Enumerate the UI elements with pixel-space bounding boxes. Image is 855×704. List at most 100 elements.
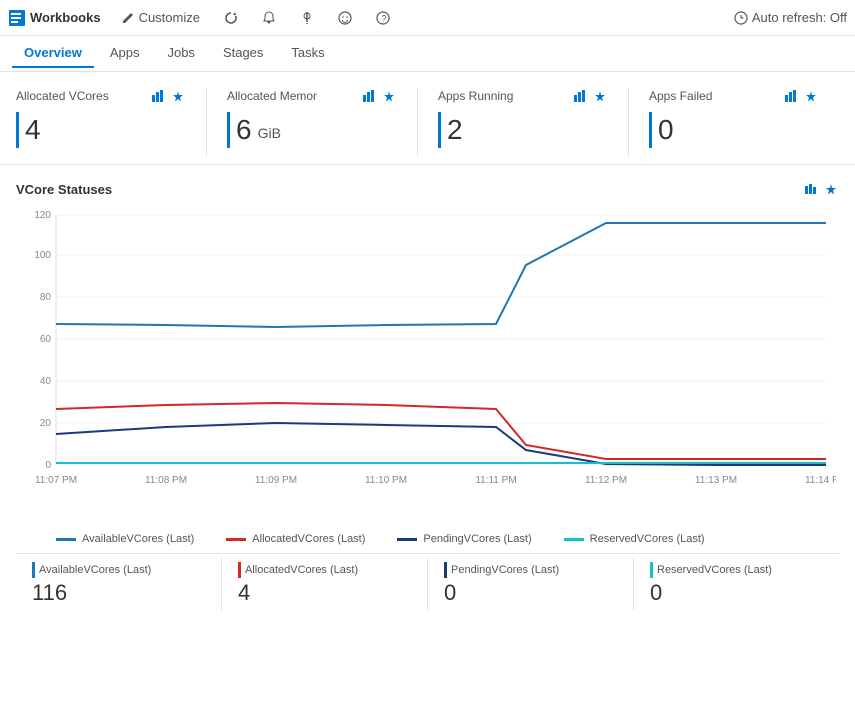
- metric-apps-failed: Apps Failed 0: [629, 88, 839, 156]
- help-icon: ?: [376, 11, 390, 25]
- svg-text:11:10 PM: 11:10 PM: [365, 475, 407, 486]
- legend-label-reserved: ReservedVCores (Last): [590, 533, 705, 545]
- metric-pin-icon-vcores[interactable]: [170, 88, 186, 104]
- workbooks-label: Workbooks: [30, 10, 101, 25]
- metric-allocated-vcores: Allocated VCores 4: [16, 88, 207, 156]
- workbooks-logo[interactable]: Workbooks: [8, 9, 101, 27]
- legend-value-allocated: AllocatedVCores (Last) 4: [222, 558, 428, 610]
- legend-allocated: AllocatedVCores (Last): [226, 533, 365, 545]
- svg-text:11:08 PM: 11:08 PM: [145, 475, 187, 486]
- svg-text:11:11 PM: 11:11 PM: [475, 475, 516, 486]
- metric-unit-memory: GiB: [258, 125, 281, 141]
- metric-bar-memory: [227, 112, 230, 148]
- metric-label-vcores: Allocated VCores: [16, 89, 109, 103]
- legend-value-available: AvailableVCores (Last) 116: [16, 558, 222, 610]
- metric-pin-icon-apps-failed[interactable]: [803, 88, 819, 104]
- chart-header: VCore Statuses: [16, 181, 839, 197]
- metric-number-memory: 6: [236, 114, 252, 146]
- metric-chart-icon-memory[interactable]: [361, 88, 377, 104]
- tab-bar: Overview Apps Jobs Stages Tasks: [0, 36, 855, 72]
- legend-value-label-allocated: AllocatedVCores (Last): [238, 562, 411, 578]
- legend-value-number-available: 116: [32, 580, 205, 606]
- metrics-row: Allocated VCores 4 Allocated Memor: [0, 72, 855, 165]
- legend-label-allocated: AllocatedVCores (Last): [252, 533, 365, 545]
- refresh-icon: [224, 11, 238, 25]
- refresh-icon-btn[interactable]: [220, 9, 242, 27]
- metric-value-apps-running: 2: [438, 112, 608, 148]
- metric-value-apps-failed: 0: [649, 112, 819, 148]
- metric-chart-icon-apps-failed[interactable]: [783, 88, 799, 104]
- svg-text:11:07 PM: 11:07 PM: [35, 475, 77, 486]
- chart-expand-icon[interactable]: [803, 181, 819, 197]
- svg-text:11:14 PM: 11:14 PM: [805, 475, 836, 486]
- legend-value-number-pending: 0: [444, 580, 617, 606]
- metric-apps-running: Apps Running 2: [418, 88, 629, 156]
- metric-bar-apps-running: [438, 112, 441, 148]
- emoji-btn[interactable]: [334, 9, 356, 27]
- legend-color-reserved: [564, 538, 584, 541]
- tab-overview[interactable]: Overview: [12, 39, 94, 68]
- metric-header-apps-failed: Apps Failed: [649, 88, 819, 104]
- metric-chart-icon-vcores[interactable]: [150, 88, 166, 104]
- metric-chart-icon-apps-running[interactable]: [572, 88, 588, 104]
- legend-value-bar-available: [32, 562, 35, 578]
- customize-button[interactable]: Customize: [117, 8, 204, 27]
- metric-pin-icon-memory[interactable]: [381, 88, 397, 104]
- metric-allocated-memory: Allocated Memor 6 GiB: [207, 88, 418, 156]
- legend-pending: PendingVCores (Last): [397, 533, 531, 545]
- metric-header-apps-running: Apps Running: [438, 88, 608, 104]
- metric-number-apps-running: 2: [447, 114, 463, 146]
- legend-value-label-available: AvailableVCores (Last): [32, 562, 205, 578]
- bell-btn[interactable]: [258, 9, 280, 27]
- svg-text:11:13 PM: 11:13 PM: [695, 475, 737, 486]
- auto-refresh[interactable]: Auto refresh: Off: [734, 10, 847, 25]
- legend-value-bar-reserved: [650, 562, 653, 578]
- tab-jobs[interactable]: Jobs: [155, 39, 206, 68]
- svg-text:80: 80: [40, 292, 52, 303]
- emoji-icon: [338, 11, 352, 25]
- svg-text:40: 40: [40, 376, 52, 387]
- pencil-icon: [121, 11, 135, 25]
- chart-section: VCore Statuses 0 20 40 60: [0, 165, 855, 610]
- pin-icon: [300, 11, 314, 25]
- tab-tasks[interactable]: Tasks: [279, 39, 336, 68]
- svg-text:60: 60: [40, 334, 52, 345]
- chart-legend: AvailableVCores (Last) AllocatedVCores (…: [16, 525, 839, 549]
- metric-bar-vcores: [16, 112, 19, 148]
- legend-color-available: [56, 538, 76, 541]
- chart-title: VCore Statuses: [16, 182, 112, 197]
- svg-text:?: ?: [381, 13, 386, 23]
- legend-value-label-reserved: ReservedVCores (Last): [650, 562, 823, 578]
- legend-value-bar-pending: [444, 562, 447, 578]
- metric-label-apps-running: Apps Running: [438, 89, 513, 103]
- top-bar: Workbooks Customize ? Auto refresh: Off: [0, 0, 855, 36]
- legend-value-number-allocated: 4: [238, 580, 411, 606]
- legend-reserved: ReservedVCores (Last): [564, 533, 705, 545]
- metric-header-vcores: Allocated VCores: [16, 88, 186, 104]
- workbooks-icon: [8, 9, 26, 27]
- legend-value-pending: PendingVCores (Last) 0: [428, 558, 634, 610]
- pin-btn[interactable]: [296, 9, 318, 27]
- legend-values-row: AvailableVCores (Last) 116 AllocatedVCor…: [16, 553, 839, 610]
- tab-stages[interactable]: Stages: [211, 39, 275, 68]
- help-btn[interactable]: ?: [372, 9, 394, 27]
- vcore-chart: 0 20 40 60 80 100 120 11:07 PM 11:08 PM …: [16, 205, 839, 525]
- svg-text:120: 120: [34, 210, 51, 221]
- legend-value-number-reserved: 0: [650, 580, 823, 606]
- metric-pin-icon-apps-running[interactable]: [592, 88, 608, 104]
- legend-color-pending: [397, 538, 417, 541]
- metric-label-apps-failed: Apps Failed: [649, 89, 712, 103]
- legend-value-reserved: ReservedVCores (Last) 0: [634, 558, 839, 610]
- metric-label-memory: Allocated Memor: [227, 89, 317, 103]
- chart-svg: 0 20 40 60 80 100 120 11:07 PM 11:08 PM …: [16, 205, 836, 505]
- tab-apps[interactable]: Apps: [98, 39, 152, 68]
- svg-text:0: 0: [45, 460, 51, 471]
- legend-available: AvailableVCores (Last): [56, 533, 194, 545]
- legend-label-available: AvailableVCores (Last): [82, 533, 194, 545]
- metric-bar-apps-failed: [649, 112, 652, 148]
- chart-pin-icon[interactable]: [823, 181, 839, 197]
- customize-label: Customize: [139, 10, 200, 25]
- svg-text:20: 20: [40, 418, 52, 429]
- metric-number-vcores: 4: [25, 114, 41, 146]
- metric-value-memory: 6 GiB: [227, 112, 397, 148]
